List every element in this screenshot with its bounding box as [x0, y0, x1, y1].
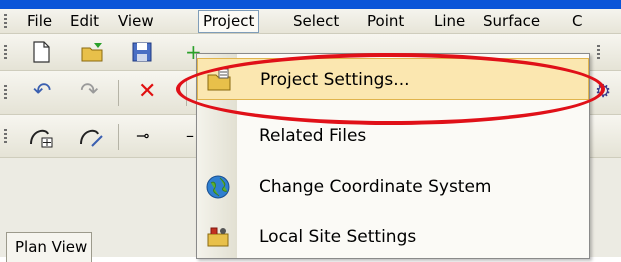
path-add-icon[interactable]: [28, 124, 56, 148]
project-menu-dropdown: Project Settings... Related Files Change…: [196, 53, 590, 259]
delete-icon[interactable]: ✕: [138, 80, 156, 104]
menu-item-related-files[interactable]: Related Files: [197, 115, 589, 157]
redo-icon[interactable]: ↷: [80, 80, 98, 104]
menu-view[interactable]: View: [114, 11, 158, 31]
open-folder-icon[interactable]: [80, 40, 106, 64]
toolbar-grip-icon[interactable]: [4, 85, 7, 99]
save-icon[interactable]: [130, 40, 154, 64]
menu-project[interactable]: Project: [198, 10, 260, 33]
menu-file[interactable]: File: [23, 11, 56, 31]
break-line-icon[interactable]: ⊸: [136, 124, 149, 148]
site-settings-icon: [207, 227, 229, 247]
menu-item-project-settings[interactable]: Project Settings...: [197, 58, 589, 100]
extra-tool-icon[interactable]: ⚙: [595, 80, 611, 104]
menu-point[interactable]: Point: [363, 11, 408, 31]
menu-item-label: Change Coordinate System: [259, 177, 492, 197]
menu-item-label: Project Settings...: [260, 70, 410, 90]
menu-item-change-coordinate-system[interactable]: Change Coordinate System: [197, 166, 589, 208]
menu-bar: File Edit View Project Select Point Line…: [0, 9, 621, 34]
menu-item-local-site-settings[interactable]: Local Site Settings: [197, 216, 589, 258]
toolbar-end-grip-icon[interactable]: [597, 45, 600, 59]
title-bar-strip: [0, 0, 621, 9]
menu-surface[interactable]: Surface: [479, 11, 544, 31]
toolbar-separator: [118, 80, 119, 106]
menu-select[interactable]: Select: [289, 11, 343, 31]
path-edit-icon[interactable]: [78, 124, 106, 148]
toolbar-grip-icon[interactable]: [4, 129, 7, 143]
new-file-icon[interactable]: [30, 40, 52, 64]
globe-icon: [206, 175, 230, 199]
toolbar-grip-icon[interactable]: [4, 45, 7, 59]
menu-line[interactable]: Line: [430, 11, 469, 31]
menu-overflow[interactable]: C: [568, 11, 586, 31]
menu-edit[interactable]: Edit: [66, 11, 103, 31]
folder-settings-icon: [207, 68, 231, 91]
tab-plan-view[interactable]: Plan View: [6, 232, 92, 262]
dash-icon[interactable]: –: [186, 124, 194, 148]
undo-icon[interactable]: ↶: [33, 80, 51, 104]
menubar-grip-icon[interactable]: [4, 14, 7, 28]
toolbar-separator: [186, 80, 187, 106]
menu-item-label: Related Files: [259, 126, 367, 146]
menu-item-label: Local Site Settings: [259, 227, 417, 247]
toolbar-separator: [118, 124, 119, 150]
